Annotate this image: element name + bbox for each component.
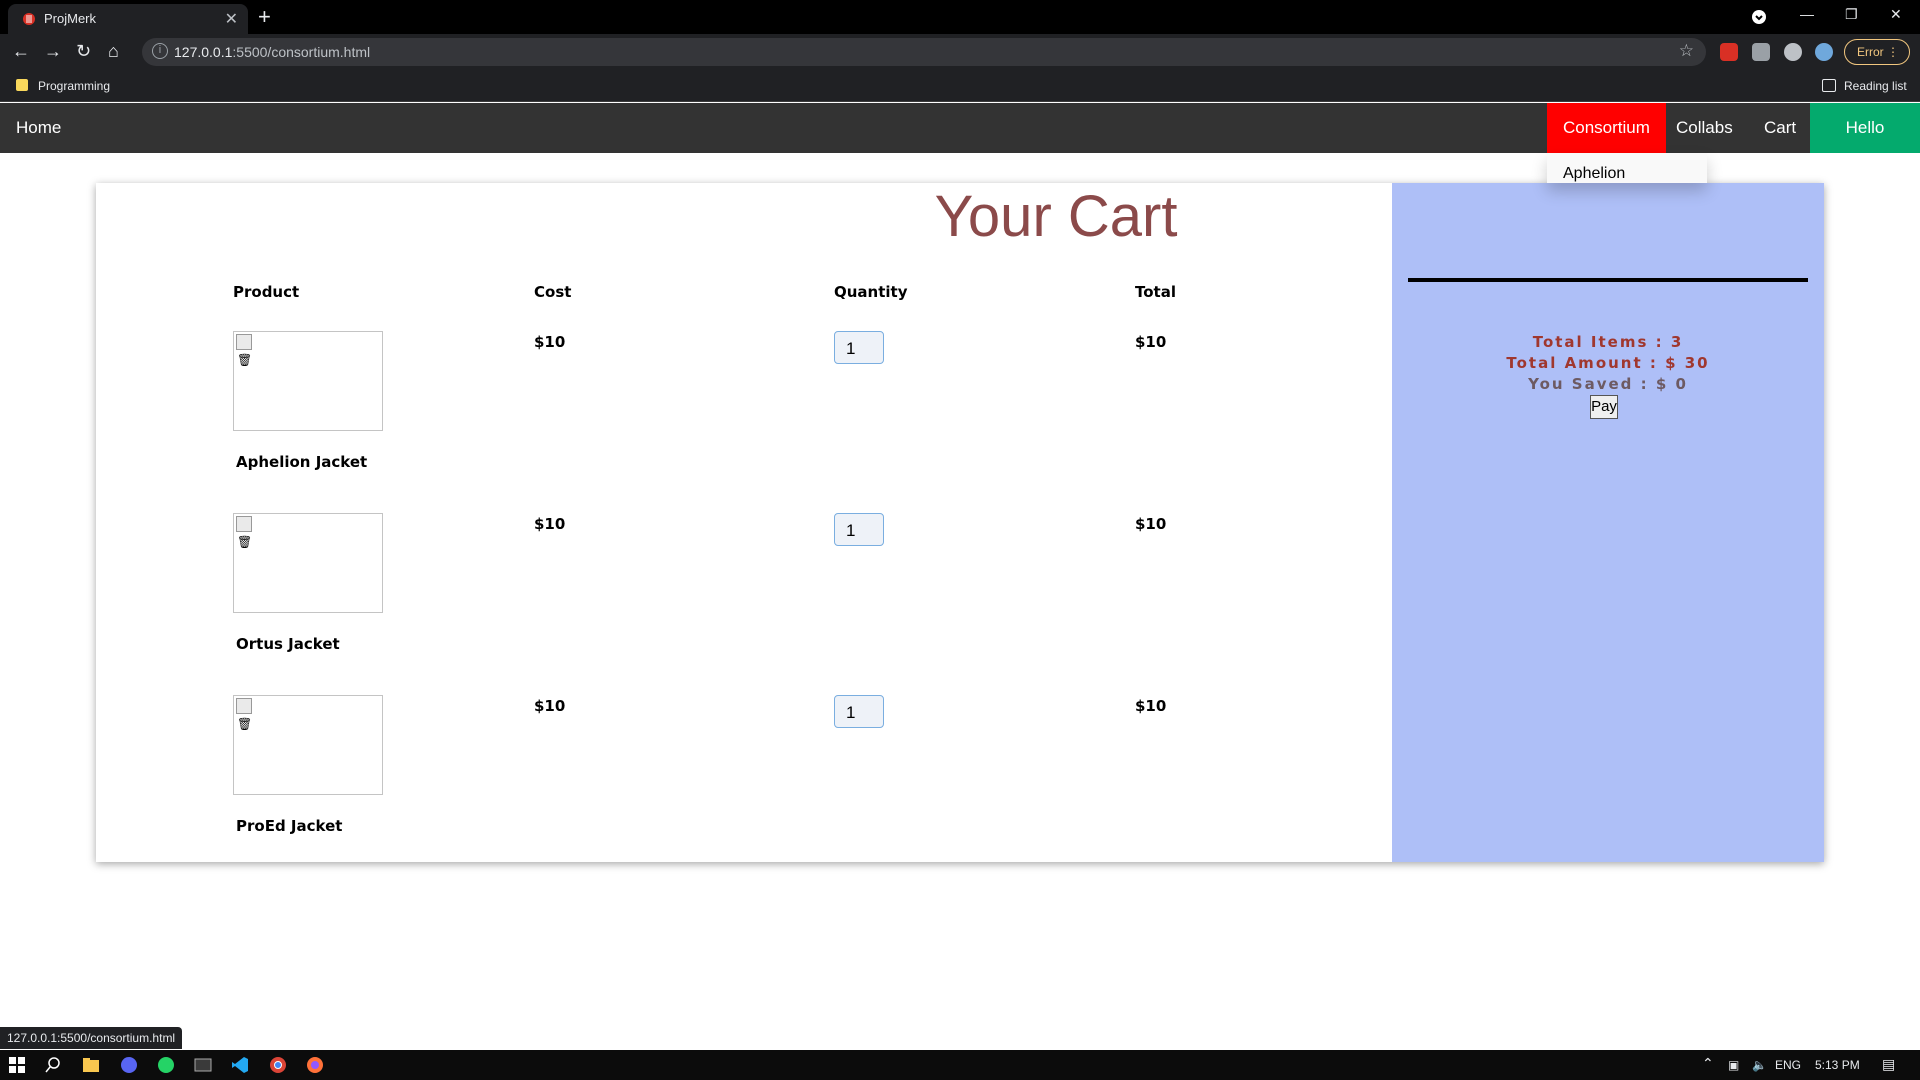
column-header-product: Product	[233, 283, 300, 301]
product-cost: $10	[534, 515, 566, 533]
total-items: Total Items : 3	[1532, 333, 1684, 351]
language-indicator[interactable]: ENG	[1775, 1058, 1801, 1072]
page-title: Your Cart	[934, 184, 1178, 249]
quantity-input[interactable]: 1	[834, 695, 884, 728]
search-icon[interactable]	[44, 1056, 62, 1074]
product-total: $10	[1135, 333, 1167, 351]
tab-close-icon[interactable]: ✕	[225, 9, 238, 29]
volume-icon[interactable]: 🔈	[1752, 1058, 1767, 1072]
os-taskbar: ⌃ ▣ 🔈 ENG 5:13 PM ▤	[0, 1050, 1920, 1080]
product-total: $10	[1135, 697, 1167, 715]
total-amount: Total Amount : $ 30	[1506, 354, 1710, 372]
home-icon[interactable]: ⌂	[108, 41, 119, 62]
nav-collabs[interactable]: Collabs	[1660, 103, 1749, 153]
folder-icon	[16, 79, 28, 91]
browser-tab[interactable]: ProjMerk ✕	[8, 4, 248, 34]
new-tab-button[interactable]: +	[258, 4, 271, 30]
browser-tab-bar: ProjMerk ✕ + — ❐ ✕	[0, 0, 1920, 34]
broken-image-icon	[236, 334, 252, 350]
windows-start-icon[interactable]	[8, 1056, 26, 1074]
pay-button[interactable]: Pay	[1590, 395, 1618, 419]
summary-divider	[1408, 278, 1808, 282]
address-url: 127.0.0.1:5500/consortium.html	[174, 44, 370, 60]
bookmark-star-icon[interactable]: ☆	[1679, 41, 1694, 61]
product-cost: $10	[534, 697, 566, 715]
reading-list-icon	[1822, 79, 1836, 92]
site-info-icon[interactable]: i	[152, 43, 168, 59]
consortium-dropdown: Aphelion	[1547, 153, 1707, 183]
nav-hello-user[interactable]: Hello User	[1810, 103, 1920, 187]
site-navbar: Home Consortium Collabs Cart Hello User	[0, 103, 1920, 187]
error-label: Error	[1857, 45, 1884, 59]
back-icon[interactable]: ←	[12, 41, 30, 62]
reload-icon[interactable]: ↻	[76, 41, 91, 62]
favicon-icon	[23, 13, 35, 25]
quantity-input[interactable]: 1	[834, 513, 884, 546]
nav-consortium[interactable]: Consortium	[1547, 103, 1666, 153]
minimize-icon[interactable]: —	[1800, 6, 1814, 22]
bookmarks-bar: Programming Reading list	[0, 70, 1920, 102]
network-icon[interactable]: ▣	[1728, 1058, 1739, 1072]
forward-icon[interactable]: →	[44, 41, 62, 62]
nav-cart[interactable]: Cart	[1748, 103, 1812, 153]
status-url-bubble: 127.0.0.1:5500/consortium.html	[0, 1027, 183, 1049]
dropdown-item-aphelion[interactable]: Aphelion	[1563, 165, 1625, 183]
file-explorer-icon[interactable]	[82, 1056, 100, 1074]
trash-icon[interactable]: 🗑	[237, 535, 252, 549]
error-button[interactable]: Error ⋮	[1844, 39, 1910, 65]
reading-list-button[interactable]: Reading list	[1844, 79, 1907, 93]
product-total: $10	[1135, 515, 1167, 533]
nav-home[interactable]: Home	[0, 103, 77, 153]
order-summary-panel: Total Items : 3 Total Amount : $ 30 You …	[1392, 183, 1824, 862]
tab-title: ProjMerk	[44, 11, 97, 26]
broken-image-icon	[236, 516, 252, 532]
bookmark-programming[interactable]: Programming	[38, 79, 110, 93]
product-name: Ortus Jacket	[236, 635, 340, 653]
column-header-quantity: Quantity	[834, 283, 908, 301]
profile-download-icon[interactable]	[1751, 9, 1767, 25]
trash-icon[interactable]: 🗑	[237, 353, 252, 367]
product-image: 🗑	[233, 331, 383, 431]
notifications-icon[interactable]: ▤	[1882, 1056, 1895, 1073]
product-cost: $10	[534, 333, 566, 351]
whatsapp-icon[interactable]	[157, 1056, 175, 1074]
address-bar[interactable]: i 127.0.0.1:5500/consortium.html ☆	[142, 38, 1706, 66]
show-hidden-icons-icon[interactable]: ⌃	[1702, 1055, 1714, 1072]
product-name: ProEd Jacket	[236, 817, 343, 835]
terminal-icon[interactable]	[194, 1056, 212, 1074]
clock[interactable]: 5:13 PM	[1815, 1058, 1860, 1072]
url-path: :5500/consortium.html	[232, 44, 371, 60]
close-window-icon[interactable]: ✕	[1890, 6, 1902, 23]
browser-toolbar: ← → ↻ ⌂ i 127.0.0.1:5500/consortium.html…	[0, 34, 1920, 70]
you-saved: You Saved : $ 0	[1528, 375, 1688, 393]
extension-icon[interactable]	[1720, 43, 1738, 61]
product-image: 🗑	[233, 695, 383, 795]
extension-icon[interactable]	[1752, 43, 1770, 61]
quantity-input[interactable]: 1	[834, 331, 884, 364]
url-host: 127.0.0.1	[174, 44, 233, 60]
broken-image-icon	[236, 698, 252, 714]
chrome-icon[interactable]	[269, 1056, 287, 1074]
product-image: 🗑	[233, 513, 383, 613]
trash-icon[interactable]: 🗑	[237, 717, 252, 731]
column-header-total: Total	[1135, 283, 1176, 301]
firefox-icon[interactable]	[306, 1056, 324, 1074]
discord-icon[interactable]	[120, 1056, 138, 1074]
extensions-puzzle-icon[interactable]	[1784, 43, 1802, 61]
column-header-cost: Cost	[534, 283, 572, 301]
profile-avatar-icon[interactable]	[1815, 43, 1833, 61]
restore-icon[interactable]: ❐	[1845, 6, 1858, 23]
cart-container: Your Cart Product Cost Quantity Total 🗑 …	[96, 183, 1824, 862]
vscode-icon[interactable]	[231, 1056, 249, 1074]
product-name: Aphelion Jacket	[236, 453, 368, 471]
